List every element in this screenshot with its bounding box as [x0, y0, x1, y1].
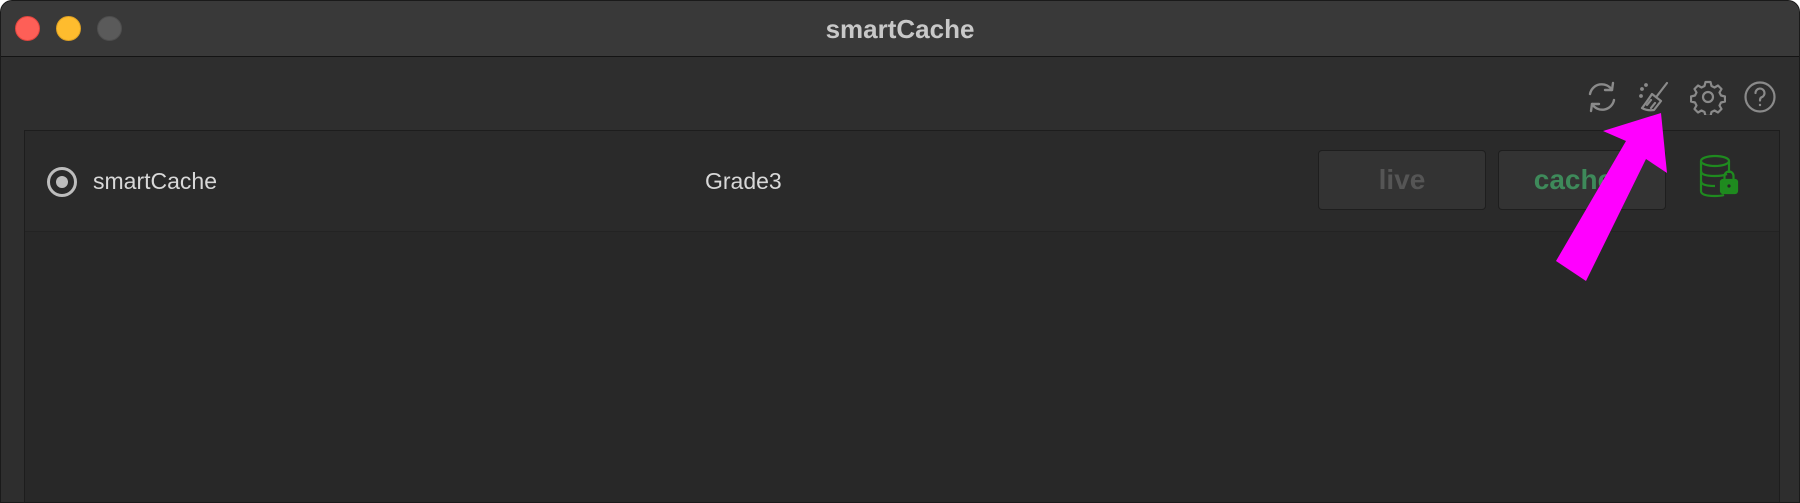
- help-icon[interactable]: [1742, 79, 1778, 115]
- row-grade: Grade3: [705, 168, 782, 194]
- broom-icon[interactable]: [1637, 79, 1673, 115]
- annotation-arrow: [1556, 113, 1667, 281]
- live-button[interactable]: live: [1318, 150, 1486, 210]
- window-title: smartCache: [825, 14, 975, 44]
- list-item[interactable]: smartCache Grade3 live cached: [25, 131, 1779, 232]
- select-radio[interactable]: [47, 167, 77, 197]
- refresh-icon[interactable]: [1584, 79, 1620, 115]
- gear-icon[interactable]: [1690, 79, 1726, 115]
- database-lock-icon: [1697, 153, 1741, 203]
- row-name: smartCache: [93, 168, 217, 194]
- title-bar: smartCache: [1, 1, 1799, 57]
- cache-list-panel: smartCache Grade3 live cached: [24, 130, 1780, 502]
- app-window: smartCache smartCache Grade3 live cached: [0, 0, 1800, 503]
